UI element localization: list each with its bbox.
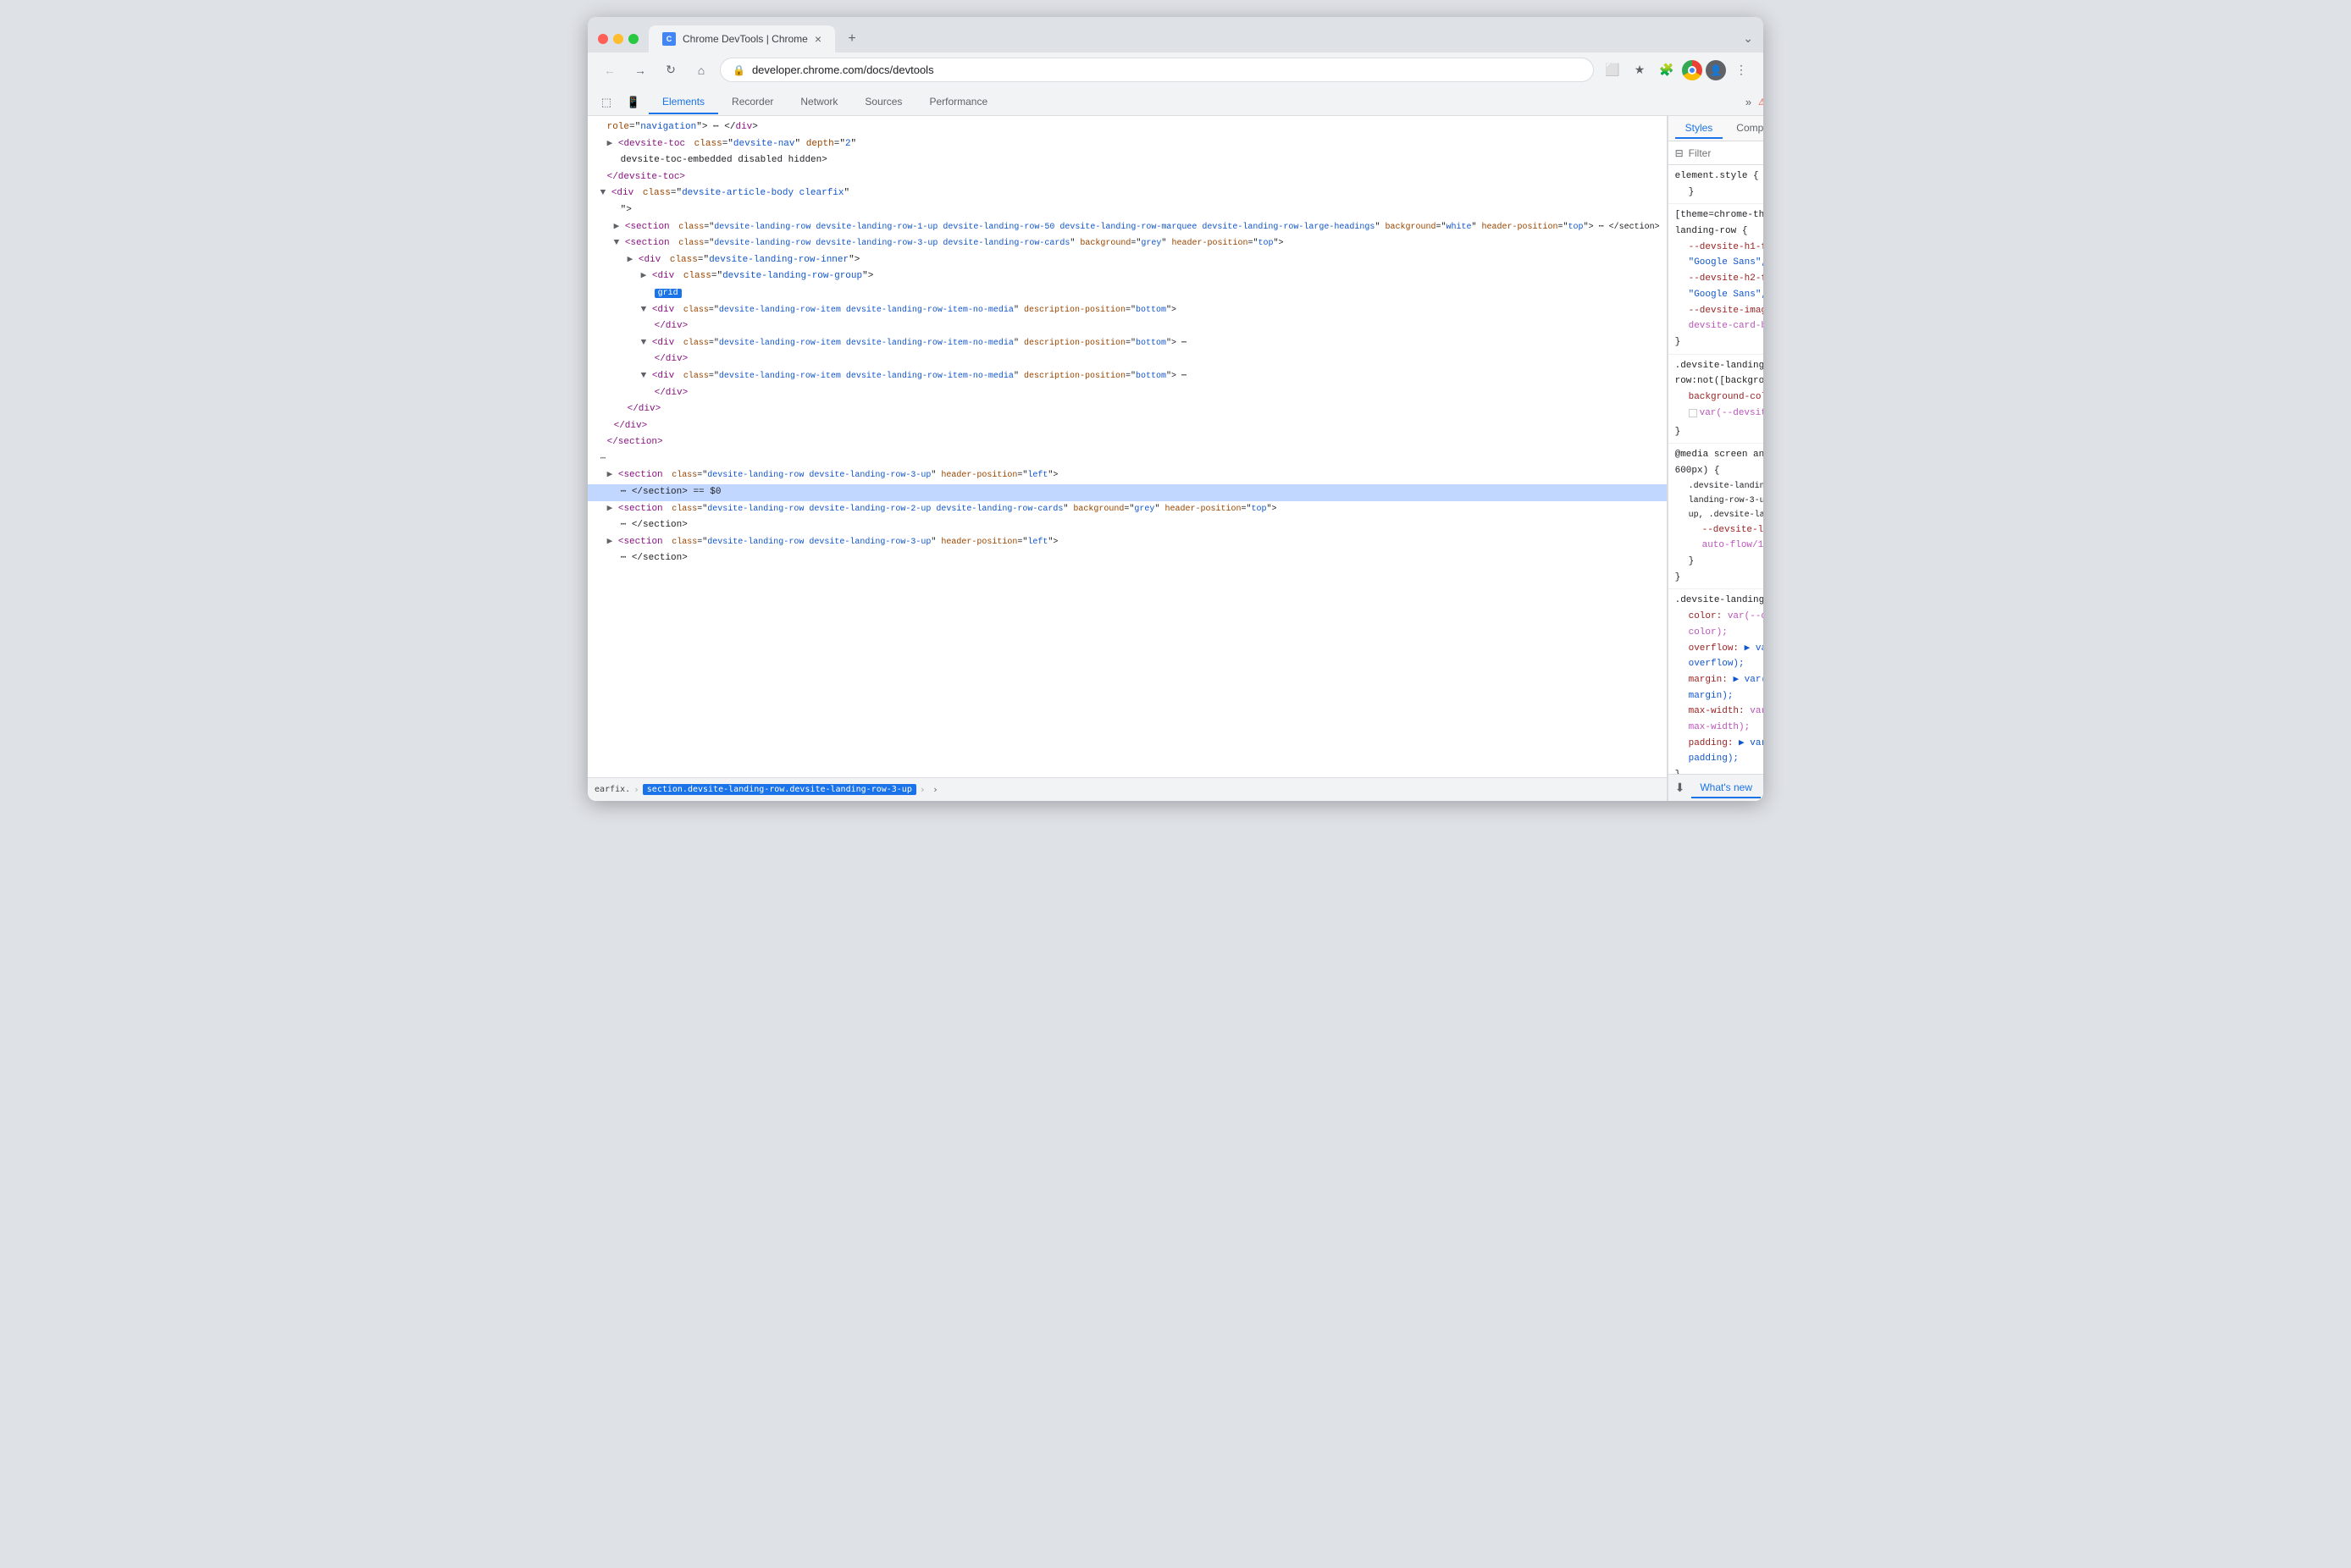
chrome-logo [1682,60,1702,80]
home-button[interactable]: ⌂ [689,58,713,82]
chrome-inner [1688,66,1696,75]
html-line-5: ▼ <div class="devsite-article-body clear… [588,185,1667,202]
styles-filter-bar: ⊟ :hov .cls + ⊞ ⊡ [1668,141,1763,165]
tab-performance[interactable]: Performance [916,91,1001,114]
profile-icon[interactable]: 👤 [1706,60,1726,80]
html-line-grid-badge: grid [588,285,1667,302]
traffic-lights [598,34,639,52]
html-line-17: </div> [588,401,1667,418]
url-bar[interactable]: 🔒 developer.chrome.com/docs/devtools [720,58,1594,82]
html-line-21: ▶ <section class="devsite-landing-row de… [588,501,1667,518]
html-line-2: ▶ <devsite-toc class="devsite-nav" depth… [588,136,1667,153]
title-bar: C Chrome DevTools | Chrome × + ⌄ [588,17,1763,52]
close-traffic-light[interactable] [598,34,608,44]
tab-close-button[interactable]: × [815,32,821,46]
html-line-24: ⋯ </section> [588,550,1667,567]
html-tree[interactable]: role="navigation"> ⋯ </div> ▶ <devsite-t… [588,116,1667,777]
menu-icon[interactable]: ⋮ [1729,58,1753,82]
html-line-ellipsis: ⋯ [588,451,1667,468]
main-area: ☰ Chrome for Developers 🔍 ☀ Sign in ≡ Wh… [588,89,1763,801]
style-rule-landing-row: app.css:33 .devsite-landing-row { color:… [1668,589,1763,774]
error-icon: ⚠ [1758,97,1763,108]
devtools-device-icon[interactable]: 📱 [622,91,645,114]
devtools-breadcrumb-bar: earfix. › section.devsite-landing-row.de… [588,777,1667,801]
url-text: developer.chrome.com/docs/devtools [752,63,1581,76]
devtools-toolbar: ⬚ 📱 Elements Recorder Network Sources Pe… [588,89,1763,116]
html-line-1: role="navigation"> ⋯ </div> [588,119,1667,136]
tab-recorder[interactable]: Recorder [718,91,787,114]
html-line-selected: ⋯ </section> == $0 [588,484,1667,501]
html-line-14: </div> [588,351,1667,368]
html-line-8: ▼ <section class="devsite-landing-row de… [588,235,1667,252]
html-line-19: </section> [588,434,1667,451]
breadcrumb-trail: earfix. › section.devsite-landing-row.de… [595,783,1660,797]
panel-subtabs: Styles Computed Layout Event Listeners » [1668,116,1763,141]
grid-badge: grid [655,289,682,298]
html-line-23: ▶ <section class="devsite-landing-row de… [588,534,1667,551]
tab-network[interactable]: Network [787,91,851,114]
html-line-13: ▼ <div class="devsite-landing-row-item d… [588,335,1667,352]
tab-collapse-button[interactable]: ⌄ [1743,31,1753,52]
tab-favicon: C [662,32,676,46]
style-rule-theme: app.css:37 [theme=chrome-theme] .devsite… [1668,204,1763,354]
devtools-panel: ⬚ 📱 Elements Recorder Network Sources Pe… [588,89,1763,801]
forward-button[interactable]: → [628,58,652,82]
maximize-traffic-light[interactable] [628,34,639,44]
console-tab-whats-new[interactable]: What's new [1691,778,1761,798]
extensions-icon[interactable]: 🧩 [1655,58,1679,82]
html-line-12: </div> [588,318,1667,335]
breadcrumb-section[interactable]: section.devsite-landing-row.devsite-land… [643,784,916,795]
minimize-traffic-light[interactable] [613,34,623,44]
styles-content: element.style { } app.css:37 [theme=chro… [1668,165,1763,774]
devtools-right-icons: ⚠ 168 ⚠ 10 ⚙ ⋮ × [1758,91,1763,114]
html-line-20: ▶ <section class="devsite-landing-row de… [588,467,1667,484]
html-line-18: </div> [588,418,1667,435]
subtab-styles[interactable]: Styles [1675,119,1723,139]
reload-button[interactable]: ↻ [659,58,683,82]
back-button[interactable]: ← [598,58,622,82]
html-line-6: "> [588,202,1667,219]
browser-window: C Chrome DevTools | Chrome × + ⌄ ← → ↻ ⌂… [588,17,1763,801]
breadcrumb-more-icon[interactable]: › [928,783,942,797]
devtools-tab-list: Elements Recorder Network Sources Perfor… [649,91,1739,114]
new-tab-button[interactable]: + [840,27,864,51]
style-rule-media-600: app.css:25 @media screen and (max-width:… [1668,444,1763,589]
devtools-cursor-icon[interactable]: ⬚ [595,91,618,114]
tab-elements[interactable]: Elements [649,91,718,114]
html-panel: role="navigation"> ⋯ </div> ▶ <devsite-t… [588,116,1668,801]
html-line-4: </devsite-toc> [588,169,1667,186]
style-rule-not-background: app.css:33 .devsite-landing-row:not([bac… [1668,355,1763,444]
html-line-10: ▶ <div class="devsite-landing-row-group"… [588,268,1667,285]
subtab-computed[interactable]: Computed [1726,119,1763,139]
html-line-11: ▼ <div class="devsite-landing-row-item d… [588,302,1667,319]
html-line-15: ▼ <div class="devsite-landing-row-item d… [588,368,1667,385]
console-collapse-icon[interactable]: ⬇ [1675,781,1685,795]
html-line-22: ⋯ </section> [588,517,1667,534]
more-tabs-button[interactable]: » [1742,92,1755,112]
breadcrumb-earfix[interactable]: earfix. [595,785,630,794]
styles-filter-input[interactable] [1689,147,1763,159]
filter-icon: ⊟ [1675,147,1684,159]
browser-tab[interactable]: C Chrome DevTools | Chrome × [649,25,835,52]
address-bar: ← → ↻ ⌂ 🔒 developer.chrome.com/docs/devt… [588,52,1763,89]
tab-title: Chrome DevTools | Chrome [683,33,808,45]
html-line-7: ▶ <section class="devsite-landing-row de… [588,219,1667,236]
html-line-3: devsite-toc-embedded disabled hidden> [588,152,1667,169]
bookmark-icon[interactable]: ★ [1628,58,1651,82]
cast-icon[interactable]: ⬜ [1601,58,1624,82]
console-bar: ⬇ What's new × Console × [1668,774,1763,801]
html-line-16: </div> [588,385,1667,402]
styles-panel: Styles Computed Layout Event Listeners »… [1668,116,1763,801]
toolbar-icons: ⬜ ★ 🧩 👤 ⋮ [1601,58,1753,82]
tab-sources[interactable]: Sources [851,91,916,114]
style-rule-element: element.style { } [1668,165,1763,204]
html-line-9: ▶ <div class="devsite-landing-row-inner"… [588,252,1667,269]
devtools-main-area: role="navigation"> ⋯ </div> ▶ <devsite-t… [588,116,1763,801]
